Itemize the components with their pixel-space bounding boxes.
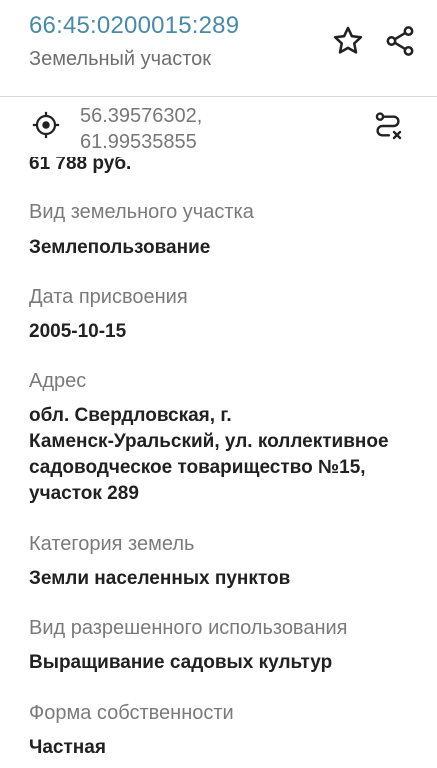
share-icon[interactable] xyxy=(383,24,417,58)
details-list[interactable]: 61 788 руб. Вид земельного участка Земле… xyxy=(0,157,437,768)
longitude-value: 61.99535855 xyxy=(80,131,197,153)
land-category-value: Земли населенных пунктов xyxy=(29,568,291,589)
land-type-value: Землепользование xyxy=(29,237,211,258)
coordinates-text[interactable]: 56.39576302, 61.99535855 xyxy=(80,103,202,155)
address-label: Адрес xyxy=(29,370,87,392)
permitted-use-label: Вид разрешенного использования xyxy=(29,617,348,639)
crosshair-location-icon[interactable] xyxy=(31,110,61,140)
cost-value: 61 788 руб. xyxy=(29,157,132,174)
permitted-use-value: Выращивание садовых культур xyxy=(29,652,333,673)
ownership-value: Частная xyxy=(29,737,106,758)
address-line: участок 289 xyxy=(29,483,139,504)
assignment-date-label: Дата присвоения xyxy=(29,286,188,308)
land-type-label: Вид земельного участка xyxy=(29,201,254,223)
star-outline-icon[interactable] xyxy=(331,24,365,58)
land-category-label: Категория земель xyxy=(29,533,195,555)
ownership-label: Форма собственности xyxy=(29,702,234,724)
top-app-bar: 66:45:0200015:289 Земельный участок xyxy=(0,0,437,96)
address-line: садоводческое товарищество №15, xyxy=(29,457,366,478)
cadastral-number[interactable]: 66:45:0200015:289 xyxy=(29,12,239,40)
address-line: Каменск-Уральский, ул. коллективное xyxy=(29,431,389,452)
assignment-date-value: 2005-10-15 xyxy=(29,321,127,342)
coordinates-bar: 56.39576302, 61.99535855 xyxy=(0,97,437,157)
object-type-subtitle: Земельный участок xyxy=(29,48,212,70)
address-value: обл. Свердловская, г. Каменск-Уральский,… xyxy=(29,403,437,507)
latitude-value: 56.39576302, xyxy=(80,105,203,127)
address-line: обл. Свердловская, г. xyxy=(29,405,232,426)
route-clear-icon[interactable] xyxy=(372,110,404,142)
